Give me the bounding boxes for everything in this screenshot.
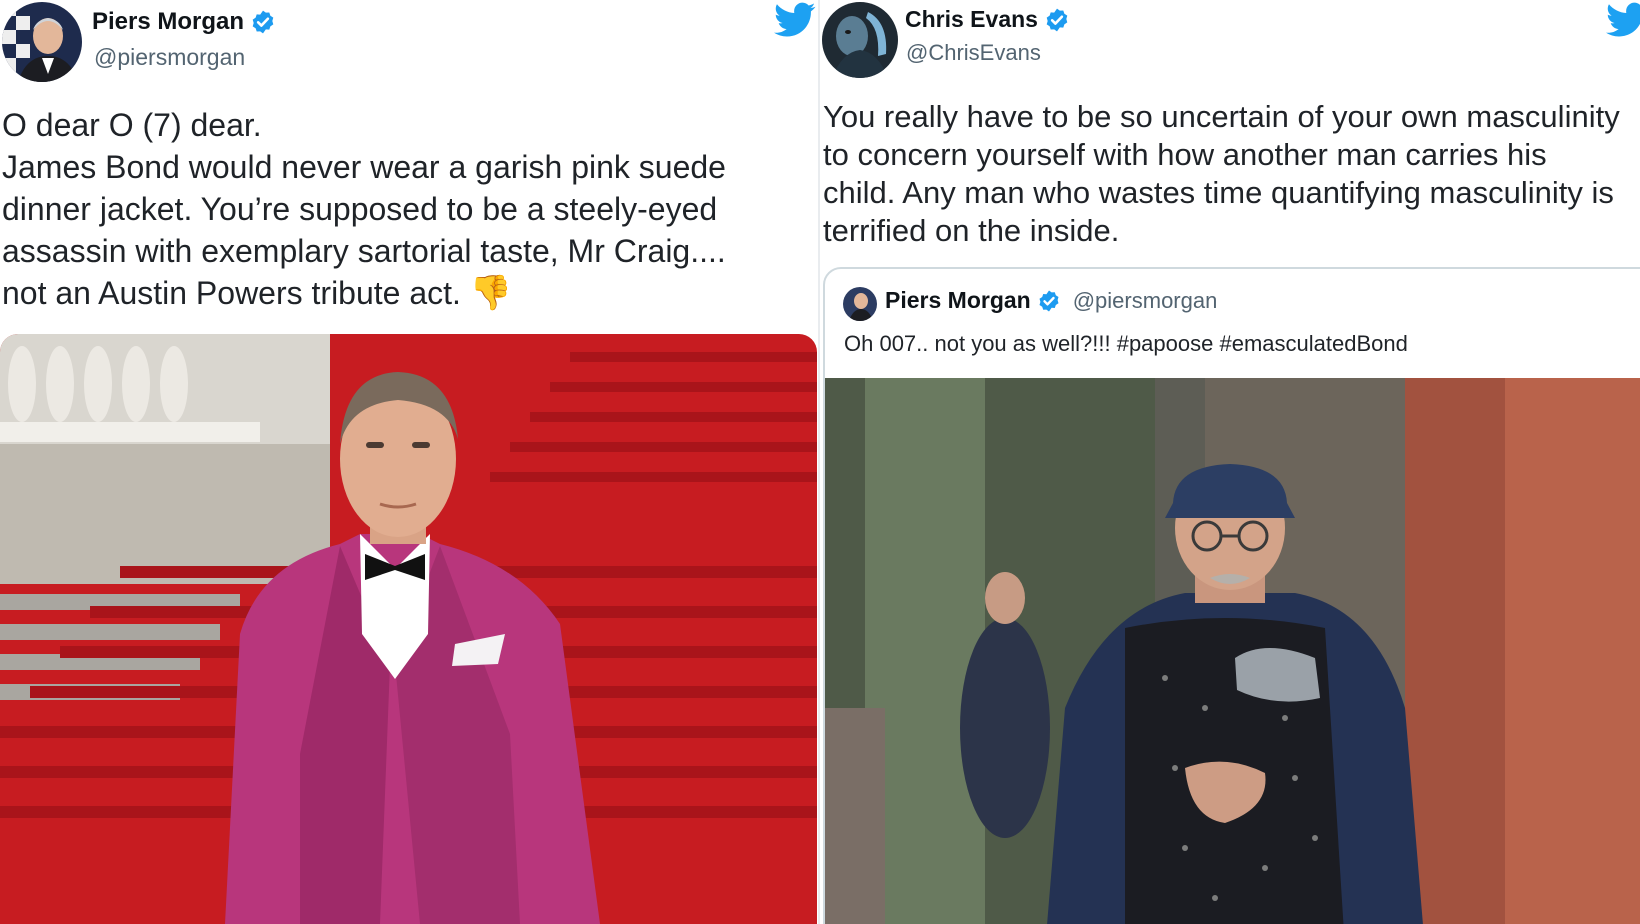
avatar[interactable] <box>2 2 82 82</box>
quoted-tweet-card[interactable]: Piers Morgan @piersmorgan Oh 007.. not y… <box>823 267 1640 924</box>
quoted-text: Oh 007.. not you as well?!!! #papoose #e… <box>844 331 1408 356</box>
tweet-line: O dear O (7) dear. <box>2 107 262 143</box>
tweet-line: assassin with exemplary sartorial taste,… <box>2 233 726 269</box>
twitter-bird-icon[interactable] <box>774 2 816 38</box>
verified-badge-icon <box>1039 290 1059 311</box>
author-name[interactable]: Chris Evans <box>905 6 1070 33</box>
tweet-chris-evans: Chris Evans @ChrisEvans You really have … <box>820 0 1640 924</box>
tweet-line: James Bond would never wear a garish pin… <box>2 149 726 185</box>
twitter-bird-icon[interactable] <box>1606 2 1640 38</box>
author-handle[interactable]: @ChrisEvans <box>906 40 1041 66</box>
tweet-line: dinner jacket. You’re supposed to be a s… <box>2 191 718 227</box>
tweet-text: O dear O (7) dear. James Bond would neve… <box>2 104 726 314</box>
red-carpet-photo[interactable] <box>0 334 817 924</box>
tweet-line: to concern yourself with how another man… <box>823 137 1547 172</box>
avatar[interactable] <box>822 2 898 78</box>
tweet-line: terrified on the inside. <box>823 213 1120 248</box>
verified-badge-icon <box>1046 8 1068 31</box>
avatar[interactable] <box>843 287 877 321</box>
quoted-author[interactable]: Piers Morgan @piersmorgan <box>885 287 1217 314</box>
baby-carrier-photo[interactable] <box>825 378 1640 924</box>
quoted-handle[interactable]: @piersmorgan <box>1073 288 1218 314</box>
tweet-line: You really have to be so uncertain of yo… <box>823 99 1620 134</box>
tweet-line-last: not an Austin Powers tribute act. 👎 <box>2 274 513 312</box>
author-name[interactable]: Piers Morgan <box>92 8 276 36</box>
tweet-text: You really have to be so uncertain of yo… <box>823 98 1620 250</box>
thumbs-down-icon: 👎 <box>469 274 513 312</box>
tweet-piers-morgan: Piers Morgan @piersmorgan O dear O (7) d… <box>0 0 820 924</box>
verified-badge-icon <box>252 10 274 34</box>
author-handle[interactable]: @piersmorgan <box>94 44 245 71</box>
tweet-line: child. Any man who wastes time quantifyi… <box>823 175 1614 210</box>
